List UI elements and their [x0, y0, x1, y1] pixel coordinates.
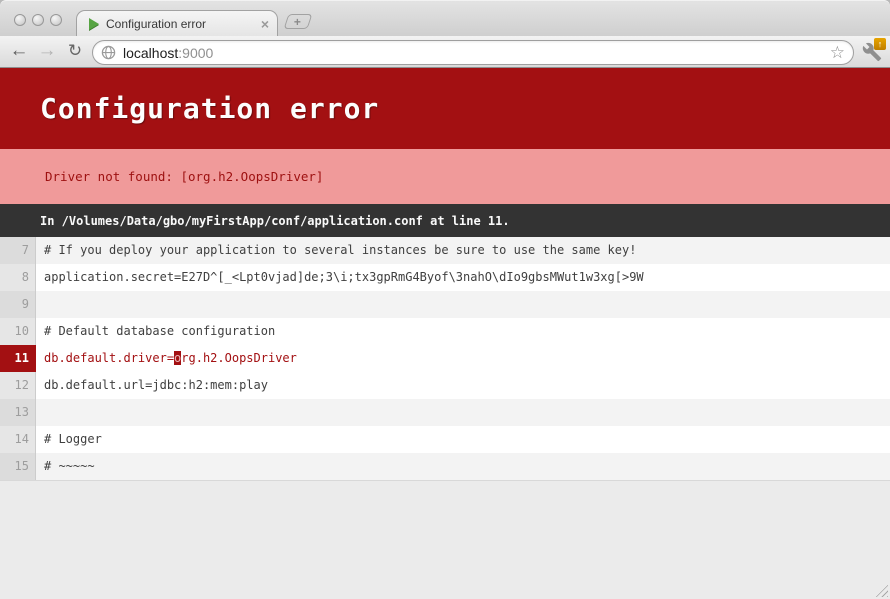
- error-header: Configuration error: [0, 68, 890, 149]
- bookmark-star-icon[interactable]: ☆: [830, 45, 845, 60]
- page-title: Configuration error: [40, 92, 379, 125]
- line-code: # Logger: [36, 426, 102, 453]
- browser-window: Configuration error × + ← → ↻ localhost …: [0, 0, 890, 599]
- play-framework-favicon-icon: [89, 18, 99, 30]
- error-message: Driver not found: [org.h2.OopsDriver]: [45, 169, 323, 184]
- wrench-menu-button[interactable]: ↑: [860, 40, 884, 64]
- traffic-light-zoom-button[interactable]: [50, 14, 62, 26]
- error-page: Configuration error Driver not found: [o…: [0, 68, 890, 599]
- globe-icon: [101, 45, 116, 60]
- line-code: # ~~~~~: [36, 453, 95, 480]
- error-message-banner: Driver not found: [org.h2.OopsDriver]: [0, 149, 890, 204]
- url-host: localhost: [123, 45, 178, 61]
- line-number: 12: [0, 372, 36, 399]
- forward-button[interactable]: →: [34, 38, 60, 64]
- line-number: 11: [0, 345, 36, 372]
- code-line: 7# If you deploy your application to sev…: [0, 237, 890, 264]
- line-code: application.secret=E27D^[_<Lpt0vjad]de;3…: [36, 264, 644, 291]
- code-line: 15# ~~~~~: [0, 453, 890, 480]
- tab-title: Configuration error: [106, 17, 261, 31]
- new-tab-button[interactable]: +: [284, 14, 313, 29]
- line-number: 13: [0, 399, 36, 426]
- code-line: 10# Default database configuration: [0, 318, 890, 345]
- line-code: # If you deploy your application to seve…: [36, 237, 636, 264]
- tab-close-icon[interactable]: ×: [261, 18, 269, 30]
- code-line: 9: [0, 291, 890, 318]
- line-code: db.default.driver=org.h2.OopsDriver: [36, 345, 297, 372]
- code-line: 13: [0, 399, 890, 426]
- url-port: :9000: [178, 45, 213, 61]
- error-location: In /Volumes/Data/gbo/myFirstApp/conf/app…: [40, 214, 510, 228]
- traffic-light-minimize-button[interactable]: [32, 14, 44, 26]
- line-code: # Default database configuration: [36, 318, 275, 345]
- line-number: 7: [0, 237, 36, 264]
- address-bar[interactable]: localhost :9000 ☆: [92, 40, 854, 65]
- line-number: 14: [0, 426, 36, 453]
- code-line: 12db.default.url=jdbc:h2:mem:play: [0, 372, 890, 399]
- browser-tab[interactable]: Configuration error ×: [76, 10, 278, 37]
- update-badge-icon: ↑: [874, 38, 886, 50]
- line-number: 8: [0, 264, 36, 291]
- code-line: 8application.secret=E27D^[_<Lpt0vjad]de;…: [0, 264, 890, 291]
- line-number: 15: [0, 453, 36, 480]
- line-code: db.default.url=jdbc:h2:mem:play: [36, 372, 268, 399]
- reload-button[interactable]: ↻: [62, 38, 88, 64]
- back-button[interactable]: ←: [6, 38, 32, 64]
- browser-toolbar: ← → ↻ localhost :9000 ☆ ↑: [0, 36, 890, 68]
- line-code: [36, 291, 44, 318]
- code-line-error: 11db.default.driver=org.h2.OopsDriver: [0, 345, 890, 372]
- code-listing: 7# If you deploy your application to sev…: [0, 237, 890, 481]
- plus-icon: +: [294, 17, 301, 27]
- line-number: 10: [0, 318, 36, 345]
- line-code: [36, 399, 44, 426]
- tab-strip: Configuration error × +: [0, 0, 890, 36]
- error-location-bar: In /Volumes/Data/gbo/myFirstApp/conf/app…: [0, 204, 890, 237]
- code-line: 14# Logger: [0, 426, 890, 453]
- line-number: 9: [0, 291, 36, 318]
- traffic-light-close-button[interactable]: [14, 14, 26, 26]
